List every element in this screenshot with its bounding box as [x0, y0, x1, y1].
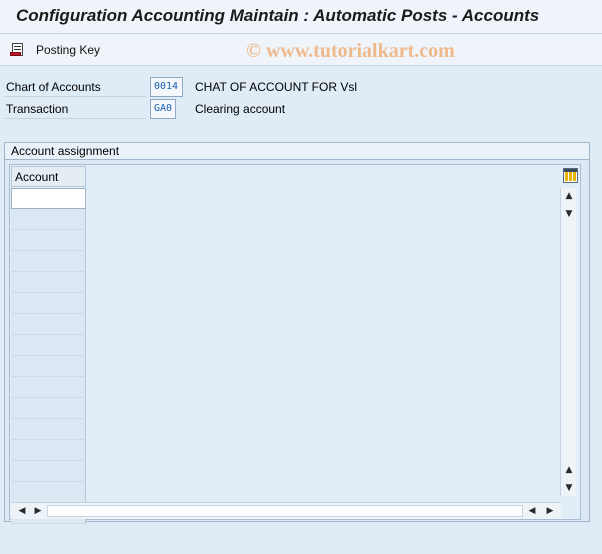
- posting-key-button[interactable]: Posting Key: [8, 40, 100, 60]
- transaction-row: Transaction GA0 Clearing account: [0, 99, 602, 119]
- scroll-down-top-icon[interactable]: ▼: [561, 206, 577, 222]
- scroll-right-icon[interactable]: ▶: [31, 503, 45, 519]
- window-title: Configuration Accounting Maintain : Auto…: [16, 6, 540, 25]
- table-row[interactable]: [11, 377, 86, 398]
- table-row[interactable]: [11, 293, 86, 314]
- chart-of-accounts-row: Chart of Accounts 0014 CHAT OF ACCOUNT F…: [0, 77, 602, 97]
- account-assignment-group: Account assignment Account ▲ ▼ ▲ ▼ ◀ ▶ ◀…: [4, 142, 590, 524]
- horizontal-scroll-track[interactable]: [47, 505, 523, 517]
- column-header-account[interactable]: Account: [11, 166, 86, 187]
- scroll-up-bottom-icon[interactable]: ▲: [561, 462, 577, 478]
- horizontal-scrollbar[interactable]: ◀ ▶ ◀ ▶: [11, 502, 561, 519]
- table-row[interactable]: [11, 188, 86, 209]
- transaction-label: Transaction: [4, 99, 146, 119]
- transaction-field[interactable]: GA0: [150, 99, 176, 119]
- chart-of-accounts-field[interactable]: 0014: [150, 77, 183, 97]
- table-row[interactable]: [11, 398, 86, 419]
- posting-key-label: Posting Key: [36, 43, 101, 57]
- table-row[interactable]: [11, 482, 86, 503]
- account-assignment-table: Account ▲ ▼ ▲ ▼ ◀ ▶ ◀ ▶: [9, 164, 581, 524]
- table-row[interactable]: [11, 461, 86, 482]
- table-row[interactable]: [11, 440, 86, 461]
- table-row[interactable]: [11, 419, 86, 440]
- vertical-scrollbar[interactable]: ▲ ▼ ▲ ▼: [560, 188, 576, 496]
- title-bar: Configuration Accounting Maintain : Auto…: [0, 0, 602, 34]
- watermark: © www.tutorialkart.com: [246, 40, 455, 62]
- scroll-left-end-icon[interactable]: ◀: [525, 503, 539, 519]
- scroll-up-top-icon[interactable]: ▲: [561, 188, 577, 204]
- scroll-right-end-icon[interactable]: ▶: [543, 503, 557, 519]
- chart-of-accounts-description: CHAT OF ACCOUNT FOR Vsl: [195, 80, 358, 94]
- scroll-left-icon[interactable]: ◀: [15, 503, 29, 519]
- scroll-down-bottom-icon[interactable]: ▼: [561, 480, 577, 496]
- chart-of-accounts-label: Chart of Accounts: [4, 77, 146, 97]
- table-row[interactable]: [11, 209, 86, 230]
- table-row[interactable]: [11, 356, 86, 377]
- table-row[interactable]: [11, 272, 86, 293]
- table-row[interactable]: [11, 230, 86, 251]
- table-settings-icon[interactable]: [563, 168, 578, 183]
- table-row[interactable]: [11, 314, 86, 335]
- posting-key-icon: [8, 41, 28, 59]
- table-row[interactable]: [11, 251, 86, 272]
- table-row[interactable]: [11, 335, 86, 356]
- account-assignment-title: Account assignment: [5, 143, 589, 160]
- transaction-description: Clearing account: [195, 102, 286, 116]
